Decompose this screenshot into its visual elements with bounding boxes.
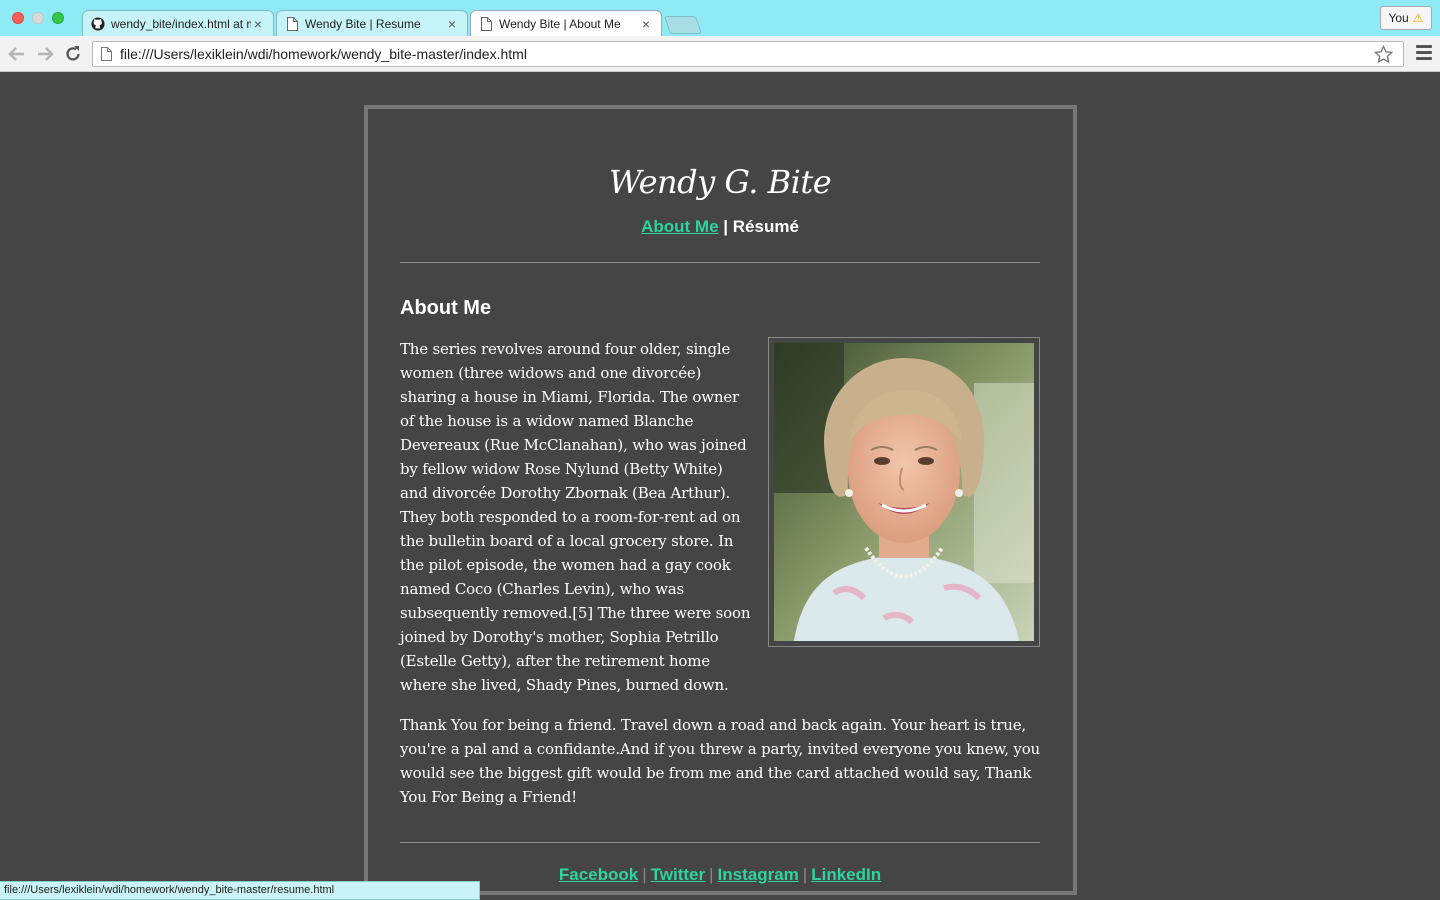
section-heading: About Me bbox=[400, 297, 492, 319]
tab-close-icon[interactable]: × bbox=[445, 16, 459, 32]
forward-button[interactable] bbox=[34, 43, 56, 65]
about-content: The series revolves around four older, s… bbox=[400, 337, 1040, 809]
footer-divider bbox=[400, 842, 1040, 843]
nav-separator: | bbox=[723, 217, 729, 236]
tab-github[interactable]: wendy_bite/index.html at m × bbox=[82, 10, 274, 36]
nav-about-me-link[interactable]: About Me bbox=[641, 217, 718, 236]
facebook-link[interactable]: Facebook bbox=[559, 865, 638, 884]
link-separator: | bbox=[642, 865, 647, 884]
github-icon bbox=[91, 16, 105, 31]
linkedin-link[interactable]: LinkedIn bbox=[811, 865, 881, 884]
new-tab-button[interactable] bbox=[664, 16, 702, 34]
instagram-link[interactable]: Instagram bbox=[718, 865, 799, 884]
link-separator: | bbox=[709, 865, 714, 884]
profile-photo-frame bbox=[768, 337, 1040, 647]
browser-tab-bar: wendy_bite/index.html at m × Wendy Bite … bbox=[0, 0, 1440, 37]
browser-toolbar: file:///Users/lexiklein/wdi/homework/wen… bbox=[0, 36, 1440, 72]
nav-resume-link[interactable]: Résumé bbox=[733, 217, 799, 236]
top-navigation: About Me | Résumé bbox=[400, 217, 1040, 237]
tab-title: Wendy Bite | Resume bbox=[305, 16, 421, 31]
profile-label: You bbox=[1388, 11, 1409, 25]
reload-icon bbox=[66, 46, 80, 61]
page-icon bbox=[101, 47, 112, 61]
profile-button[interactable]: You ⚠ bbox=[1380, 6, 1432, 30]
tab-resume[interactable]: Wendy Bite | Resume × bbox=[276, 10, 468, 36]
page-inner: Wendy G. Bite About Me | Résumé About Me bbox=[400, 109, 1040, 885]
site-title: Wendy G. Bite bbox=[608, 163, 832, 201]
url-text: file:///Users/lexiklein/wdi/homework/wen… bbox=[120, 46, 527, 62]
address-bar[interactable]: file:///Users/lexiklein/wdi/homework/wen… bbox=[92, 41, 1404, 67]
back-arrow-icon bbox=[8, 47, 24, 61]
header-divider bbox=[400, 262, 1040, 263]
about-paragraph-2: Thank You for being a friend. Travel dow… bbox=[400, 716, 1040, 806]
tab-close-icon[interactable]: × bbox=[639, 16, 653, 32]
warning-icon: ⚠ bbox=[1412, 11, 1424, 25]
page-container: Wendy G. Bite About Me | Résumé About Me bbox=[364, 105, 1077, 895]
page-icon bbox=[285, 16, 299, 31]
back-button[interactable] bbox=[6, 43, 28, 65]
browser-menu-icon[interactable] bbox=[1416, 45, 1432, 63]
forward-arrow-icon bbox=[38, 47, 54, 61]
status-bar-url: file:///Users/lexiklein/wdi/homework/wen… bbox=[0, 881, 480, 900]
twitter-link[interactable]: Twitter bbox=[651, 865, 705, 884]
tab-title: wendy_bite/index.html at m bbox=[111, 16, 251, 31]
tab-title: Wendy Bite | About Me bbox=[499, 17, 621, 31]
tab-about-me[interactable]: Wendy Bite | About Me × bbox=[470, 10, 662, 37]
tab-close-icon[interactable]: × bbox=[251, 16, 265, 32]
minimize-window-button[interactable] bbox=[32, 12, 44, 24]
page-icon bbox=[479, 17, 493, 31]
maximize-window-button[interactable] bbox=[52, 12, 64, 24]
close-window-button[interactable] bbox=[12, 12, 24, 24]
link-separator: | bbox=[802, 865, 808, 884]
reload-button[interactable] bbox=[62, 43, 84, 65]
social-links: Facebook | Twitter | Instagram | LinkedIn bbox=[400, 865, 1040, 885]
bookmark-star-icon[interactable] bbox=[1373, 44, 1394, 67]
profile-photo bbox=[774, 343, 1034, 641]
